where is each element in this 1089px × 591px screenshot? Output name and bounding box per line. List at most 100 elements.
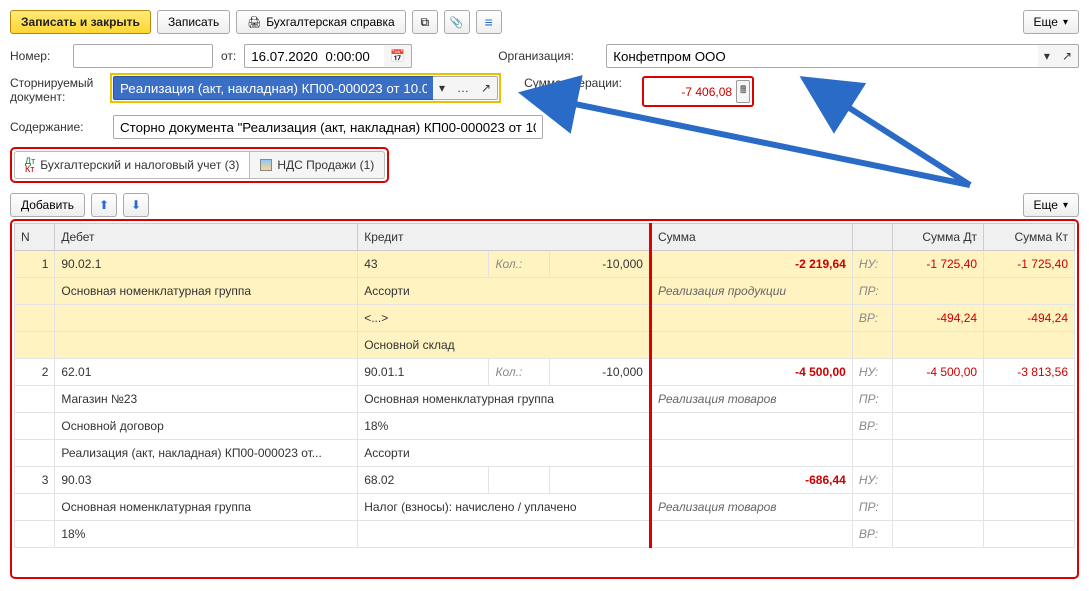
cell-sum[interactable]: -4 500,00: [650, 359, 852, 386]
org-input[interactable]: [606, 44, 1038, 68]
cell-debit-line[interactable]: [55, 305, 358, 332]
table-row[interactable]: 190.02.143Кол.:-10,000-2 219,64НУ:-1 725…: [15, 251, 1075, 278]
cell-sub-label: ПР:: [852, 278, 892, 305]
th-sum-kt[interactable]: Сумма Кт: [984, 224, 1075, 251]
org-label: Организация:: [498, 49, 598, 63]
cell-credit-line[interactable]: Ассорти: [358, 278, 651, 305]
cell-credit-line[interactable]: Основной склад: [358, 332, 651, 359]
org-select-icon[interactable]: ▾: [1038, 44, 1056, 68]
cell-debit-acc[interactable]: 90.02.1: [55, 251, 358, 278]
cell-debit-line[interactable]: Основная номенклатурная группа: [55, 494, 358, 521]
storno-input[interactable]: [113, 76, 433, 100]
cell-credit-line[interactable]: Основная номенклатурная группа: [358, 386, 651, 413]
th-sum-dt[interactable]: Сумма Дт: [893, 224, 984, 251]
cell-sub-kt: [984, 440, 1075, 467]
org-input-group: ▾ ↗: [606, 44, 1079, 68]
attachments-button[interactable]: [444, 10, 470, 34]
list-icon: [485, 14, 493, 30]
cell-credit-line[interactable]: 18%: [358, 413, 651, 440]
move-up-button[interactable]: ⬆: [91, 193, 117, 217]
cell-n: 3: [15, 467, 55, 494]
cell-sum-desc: Реализация товаров: [650, 494, 852, 521]
cell-credit-line[interactable]: Налог (взносы): начислено / уплачено: [358, 494, 651, 521]
save-close-button[interactable]: Записать и закрыть: [10, 10, 151, 34]
cell-credit-line[interactable]: <...>: [358, 305, 651, 332]
cell-credit-acc[interactable]: 90.01.1: [358, 359, 489, 386]
number-label: Номер:: [10, 49, 65, 63]
cell-credit-line[interactable]: Ассорти: [358, 440, 651, 467]
th-n[interactable]: N: [15, 224, 55, 251]
tab-vat[interactable]: НДС Продажи (1): [250, 151, 385, 179]
dt-kt-icon: ДтКт: [25, 157, 35, 173]
cell-qty: -10,000: [550, 359, 651, 386]
th-debit[interactable]: Дебет: [55, 224, 358, 251]
more-button[interactable]: Еще: [1023, 10, 1079, 34]
cell-debit-acc[interactable]: 90.03: [55, 467, 358, 494]
table-subrow: <...>ВР:-494,24-494,24: [15, 305, 1075, 332]
content-input[interactable]: [113, 115, 543, 139]
accounting-ref-button[interactable]: Бухгалтерская справка: [236, 10, 406, 34]
print-icon: [247, 15, 261, 29]
cell-credit-acc[interactable]: 43: [358, 251, 489, 278]
cell-debit-line[interactable]: 18%: [55, 521, 358, 548]
vat-icon: [260, 159, 272, 171]
copy-button[interactable]: [412, 10, 438, 34]
cell-debit-acc[interactable]: 62.01: [55, 359, 358, 386]
storno-open-icon[interactable]: ↗: [475, 76, 498, 100]
storno-select-icon[interactable]: ▾: [433, 76, 451, 100]
cell-credit-line[interactable]: [358, 521, 651, 548]
cell-sum-desc: [650, 521, 852, 548]
add-button[interactable]: Добавить: [10, 193, 85, 217]
table-row[interactable]: 262.0190.01.1Кол.:-10,000-4 500,00НУ:-4 …: [15, 359, 1075, 386]
sum-label: Сумма операции:: [524, 76, 634, 90]
cell-sub-kt: [984, 278, 1075, 305]
table-subrow: Основная номенклатурная группаАссортиРеа…: [15, 278, 1075, 305]
entries-table: N Дебет Кредит Сумма Сумма Дт Сумма Кт 1…: [14, 223, 1075, 548]
cell-nu-kt: [984, 467, 1075, 494]
date-input[interactable]: [244, 44, 384, 68]
cell-nu-label: НУ:: [852, 359, 892, 386]
cell-sub-dt: [893, 413, 984, 440]
cell-sum-desc: [650, 305, 852, 332]
storno-input-group: ▾ … ↗: [113, 76, 498, 100]
cell-debit-line[interactable]: Магазин №23: [55, 386, 358, 413]
tab-accounting[interactable]: ДтКт Бухгалтерский и налоговый учет (3): [14, 151, 250, 179]
table-row[interactable]: 390.0368.02 -686,44НУ:: [15, 467, 1075, 494]
cell-sub-label: ВР:: [852, 305, 892, 332]
th-credit[interactable]: Кредит: [358, 224, 651, 251]
list-button[interactable]: [476, 10, 502, 34]
table-subrow: Основная номенклатурная группаНалог (взн…: [15, 494, 1075, 521]
cell-sum-desc: [650, 413, 852, 440]
cell-qty-label: [489, 467, 550, 494]
cell-debit-line[interactable]: Основная номенклатурная группа: [55, 278, 358, 305]
move-down-button[interactable]: ⬇: [123, 193, 149, 217]
th-sum[interactable]: Сумма: [650, 224, 852, 251]
sum-value: -7 406,08: [646, 85, 736, 99]
cell-debit-line[interactable]: [55, 332, 358, 359]
cell-qty-label: Кол.:: [489, 251, 550, 278]
date-input-group: 📅: [244, 44, 412, 68]
calculator-icon[interactable]: 🖩: [736, 80, 750, 103]
table-more-button[interactable]: Еще: [1023, 193, 1079, 217]
cell-sub-label: ВР:: [852, 521, 892, 548]
form-row-number: Номер: от: 📅 Организация: ▾ ↗: [10, 44, 1079, 68]
calendar-icon[interactable]: 📅: [384, 44, 412, 68]
cell-qty: -10,000: [550, 251, 651, 278]
cell-sub-kt: -494,24: [984, 305, 1075, 332]
form-row-storno: Сторнируемый документ: ▾ … ↗ Сумма опера…: [10, 76, 1079, 107]
cell-sum[interactable]: -686,44: [650, 467, 852, 494]
number-input[interactable]: [73, 44, 213, 68]
cell-credit-acc[interactable]: 68.02: [358, 467, 489, 494]
cell-debit-line[interactable]: Реализация (акт, накладная) КП00-000023 …: [55, 440, 358, 467]
cell-sub-label: ПР:: [852, 494, 892, 521]
cell-sum[interactable]: -2 219,64: [650, 251, 852, 278]
save-button[interactable]: Записать: [157, 10, 230, 34]
org-open-icon[interactable]: ↗: [1056, 44, 1079, 68]
table-toolbar: Добавить ⬆ ⬇ Еще: [10, 193, 1079, 217]
cell-sub-dt: [893, 386, 984, 413]
table-subrow: 18% ВР:: [15, 521, 1075, 548]
storno-ellipsis-icon[interactable]: …: [451, 76, 475, 100]
cell-debit-line[interactable]: Основной договор: [55, 413, 358, 440]
table-subrow: Магазин №23Основная номенклатурная групп…: [15, 386, 1075, 413]
cell-nu-label: НУ:: [852, 467, 892, 494]
